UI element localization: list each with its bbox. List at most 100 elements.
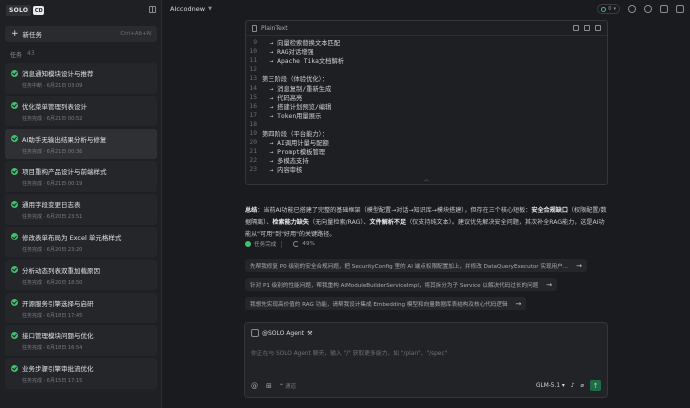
expand-icon[interactable] <box>595 25 601 31</box>
task-item[interactable]: 接口管理模块问题与优化 任务完成 · 6月18日 16:54 <box>5 325 157 356</box>
line-text: → 内容审核 <box>262 167 303 175</box>
summary-part: （无向量检索/RAG）、 <box>308 219 370 226</box>
suggestion-item[interactable]: 针对 P1 级别的性能问题，帮我重构 AiModuleBuilderServic… <box>245 278 558 291</box>
code-line: 14 → 消息复制/重新生成 <box>246 83 607 93</box>
task-row: 通用字段变更日志表 <box>11 199 151 209</box>
task-meta: 任务完成 · 6月21日 00:19 <box>22 181 83 188</box>
task-meta: 任务完成 · 6月21日 00:52 <box>22 115 83 122</box>
summary-highlight: 文件解析不足 <box>369 219 407 226</box>
code-line: 10 → RAG对话增强 <box>246 47 607 56</box>
send-button[interactable]: ↑ <box>590 380 601 391</box>
new-task-shortcut: Ctrl+Alt+N <box>120 31 151 37</box>
insert-icon[interactable] <box>584 25 590 31</box>
microphone-icon[interactable]: ♪ <box>571 383 575 389</box>
topbar-actions: 0 ▾ <box>597 4 684 14</box>
line-number: 12 <box>249 66 257 74</box>
panel-icon[interactable] <box>676 5 684 13</box>
suggestion-item[interactable]: 我想先实现高价值的 RAG 功能，请帮我设计集成 Embedding 模型和向量… <box>245 297 527 310</box>
agent-selector[interactable]: @SOLO Agent ⚒ <box>251 329 312 337</box>
status-pill[interactable]: 0 ▾ <box>597 4 620 14</box>
status-pill-count: 0 <box>608 6 612 12</box>
line-number: 13 <box>249 75 257 83</box>
model-selector[interactable]: GLM-5.1 ▾ <box>536 383 565 389</box>
suggestion-text: 先帮我修复 P0 级别的安全合规问题，把 SecurityConfig 里的 A… <box>250 263 569 270</box>
window-icon[interactable] <box>660 5 668 13</box>
task-count-number: 43 <box>27 50 35 57</box>
arrow-right-icon: → <box>576 261 582 270</box>
link-icon[interactable]: ⌀ <box>581 383 585 389</box>
arrow-right-icon: → <box>546 280 553 289</box>
task-item[interactable]: 业务步骤引擎审批流优化 任务完成 · 6月15日 17:15 <box>5 358 157 389</box>
summary-highlight: 安全合规缺口 <box>531 207 568 214</box>
task-item[interactable]: 项目重构产品设计与前端样式 任务完成 · 6月21日 00:19 <box>5 161 157 192</box>
task-title: 消息通知模块设计与推荐 <box>22 70 94 78</box>
status-dot-icon <box>601 6 607 12</box>
channel-label: 通道 <box>284 383 296 390</box>
channel-option[interactable]: ⌖ 通道 <box>280 382 296 390</box>
chevron-down-icon: ▼ <box>208 6 212 12</box>
line-text: 第三阶段（体验优化）： <box>262 76 329 84</box>
code-line: 18 <box>246 120 607 129</box>
at-mention-icon[interactable]: @ <box>251 382 258 390</box>
new-task-label: 新任务 <box>22 31 43 39</box>
summary-text: 总结：当前AI功能已搭建了完整的基础框架（模型配置→对话→知识库→模块搭建），但… <box>245 205 610 241</box>
line-number: 22 <box>249 157 257 165</box>
code-line: 17 → Token用量展示 <box>246 111 607 120</box>
app-logo: SOLO CD <box>6 5 45 16</box>
image-icon[interactable]: ⊞ <box>266 382 272 390</box>
task-item[interactable]: 消息通知模块设计与推荐 任务中断 · 6月21日 03:09 <box>5 63 157 94</box>
progress-ring-icon <box>293 241 300 247</box>
task-title: 修改表单布局为 Excel 单元格样式 <box>22 233 122 242</box>
channel-icon: ⌖ <box>279 382 283 388</box>
model-name: GLM-5.1 <box>535 382 561 389</box>
task-item[interactable]: AI助手无输出结果分析与修复 任务完成 · 6月21日 00:36 <box>5 128 157 160</box>
code-language: PlainText <box>261 24 288 32</box>
code-line: 19 第四阶段（平台能力）： <box>246 129 607 138</box>
project-selector[interactable]: AIccodnew ▼ <box>170 5 212 13</box>
code-actions <box>573 25 601 31</box>
new-task-button[interactable]: + 新任务 Ctrl+Alt+N <box>5 26 157 42</box>
line-number: 17 <box>249 111 257 119</box>
suggestion-item[interactable]: 先帮我修复 P0 级别的安全合规问题，把 SecurityConfig 里的 A… <box>245 259 587 272</box>
agent-name: @SOLO Agent <box>262 329 305 337</box>
sidebar-toggle-icon[interactable] <box>149 6 156 13</box>
chat-placeholder[interactable]: 你正在与 SOLO Agent 聊天，输入 "/" 获取更多能力，如 "/pla… <box>251 348 447 357</box>
task-row: 消息通知模块设计与推荐 <box>11 68 151 78</box>
line-number: 20 <box>249 139 257 147</box>
task-row: 开源服务引擎选择与启研 <box>11 298 151 308</box>
chevron-up-icon[interactable]: ︿ <box>246 176 607 184</box>
task-meta: 任务完成 · 6月20日 23:20 <box>22 246 83 253</box>
code-line: 22 → 多模态支持 <box>246 156 607 165</box>
settings-icon[interactable] <box>644 5 652 13</box>
task-row: 修改表单布局为 Excel 单元格样式 <box>11 232 151 242</box>
copy-icon[interactable] <box>573 25 579 31</box>
code-body: 9 → 向量检索替换文本匹配 10 → RAG对话增强 11 → Apache Ti… <box>246 36 607 174</box>
code-line: 20 → AI调用计量与配额 <box>246 138 607 147</box>
task-item[interactable]: 分析动态列表双重加载原因 任务完成 · 6月20日 18:50 <box>5 259 157 291</box>
code-line: 13 第三阶段（体验优化）： <box>246 74 607 83</box>
task-status-label: 任务完成 <box>254 242 277 248</box>
check-icon <box>245 241 251 247</box>
check-circle-icon <box>11 135 18 143</box>
line-number: 23 <box>249 166 257 174</box>
task-row: 业务步骤引擎审批流优化 <box>11 363 151 373</box>
chat-input-box[interactable]: @SOLO Agent ⚒ 你正在与 SOLO Agent 聊天，输入 "/" … <box>244 322 608 398</box>
line-text: → 消息复制/重新生成 <box>262 85 332 93</box>
task-meta: 任务中断 · 6月21日 03:09 <box>22 83 83 89</box>
suggestion-text: 针对 P1 级别的性能问题，帮我重构 AiModuleBuilderServic… <box>250 282 539 289</box>
line-text: 第四阶段（平台能力）： <box>262 130 329 138</box>
task-item[interactable]: 优化菜单管理列表设计 任务完成 · 6月21日 00:52 <box>5 95 157 127</box>
task-item[interactable]: 通用字段变更日志表 任务完成 · 6月20日 23:51 <box>5 194 157 225</box>
task-title: 分析动态列表双重加载原因 <box>22 266 100 275</box>
line-number: 18 <box>249 120 257 128</box>
history-icon[interactable] <box>628 5 636 13</box>
task-title: 业务步骤引擎审批流优化 <box>22 365 94 374</box>
check-circle-icon <box>11 167 18 175</box>
task-title: 开源服务引擎选择与启研 <box>22 299 94 308</box>
check-circle-icon <box>11 69 18 77</box>
task-item[interactable]: 开源服务引擎选择与启研 任务完成 · 6月18日 17:45 <box>5 292 157 324</box>
tools-icon: ⚒ <box>307 329 313 337</box>
code-line: 23 → 内容审核 <box>246 165 607 174</box>
line-text: → Token用量展示 <box>262 112 322 120</box>
task-item[interactable]: 修改表单布局为 Excel 单元格样式 任务完成 · 6月20日 23:20 <box>5 226 157 258</box>
